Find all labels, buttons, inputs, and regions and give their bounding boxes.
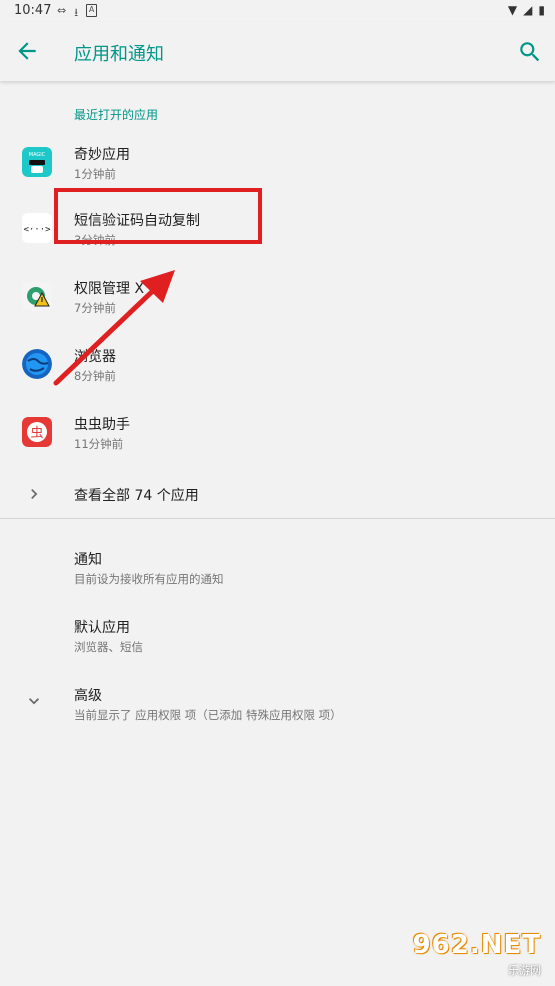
setting-title: 高级 — [74, 688, 102, 704]
status-bar: 10:47 ⇔ ⭳ A ▼ ◢ ▮ — [0, 0, 555, 22]
search-icon[interactable] — [517, 39, 543, 65]
status-left-icons: ⇔ ⭳ A — [57, 4, 98, 23]
signal-icon: ◢ — [523, 3, 533, 17]
svg-text:<···>: <···> — [23, 225, 51, 235]
watermark-logo: 962.NET 乐游网 — [413, 930, 549, 982]
recent-app-item[interactable]: 虫 虫虫助手 11分钟前 — [0, 404, 555, 470]
app-last-opened: 8分钟前 — [74, 369, 116, 383]
svg-text:MAGIC: MAGIC — [29, 152, 46, 158]
recent-app-item[interactable]: 浏览器 8分钟前 — [0, 336, 555, 402]
setting-title: 默认应用 — [74, 620, 130, 636]
app-bar: 应用和通知 — [0, 22, 555, 81]
code-brackets-icon: <···> — [22, 213, 52, 243]
app-last-opened: 7分钟前 — [74, 301, 116, 315]
divider — [0, 518, 555, 519]
link-icon: ⇔ — [57, 4, 67, 17]
recent-apps-header: 最近打开的应用 — [74, 108, 159, 122]
see-all-apps-button[interactable]: 查看全部 74 个应用 — [0, 474, 555, 514]
chevron-down-icon — [29, 698, 39, 705]
app-last-opened: 1分钟前 — [74, 167, 116, 181]
default-apps-setting[interactable]: 默认应用 浏览器、短信 — [0, 617, 555, 673]
see-all-apps-label: 查看全部 74 个应用 — [74, 488, 199, 504]
watermark-sub: 乐游网 — [508, 964, 541, 977]
setting-subtitle: 浏览器、短信 — [74, 640, 143, 654]
chongchong-icon: 虫 — [22, 417, 52, 447]
app-name: 权限管理 X — [74, 281, 145, 297]
download-icon: ⭳ — [74, 6, 79, 19]
app-name: 浏览器 — [74, 349, 116, 365]
advanced-setting[interactable]: 高级 当前显示了 应用权限 项（已添加 特殊应用权限 项） — [0, 685, 555, 741]
page-title: 应用和通知 — [74, 44, 164, 65]
a-box-icon: A — [86, 4, 98, 17]
magic-app-icon: MAGIC — [22, 147, 52, 177]
battery-icon: ▮ — [538, 3, 545, 17]
setting-title: 通知 — [74, 552, 102, 568]
status-right-icons: ▼ ◢ ▮ — [508, 3, 545, 17]
wifi-icon: ▼ — [507, 3, 518, 17]
svg-text:虫: 虫 — [30, 426, 43, 441]
notifications-setting[interactable]: 通知 目前设为接收所有应用的通知 — [0, 549, 555, 605]
status-time: 10:47 — [14, 3, 52, 18]
app-name: 奇妙应用 — [74, 147, 130, 163]
watermark-main: 962.NET — [412, 930, 541, 960]
app-last-opened: 11分钟前 — [74, 437, 124, 451]
recent-app-item[interactable]: 权限管理 X 7分钟前 — [0, 268, 555, 334]
highlight-box — [54, 188, 262, 244]
setting-subtitle: 目前设为接收所有应用的通知 — [74, 572, 224, 586]
chevron-right-icon — [31, 489, 38, 499]
globe-icon — [22, 349, 52, 379]
setting-subtitle: 当前显示了 应用权限 项（已添加 特殊应用权限 项） — [74, 708, 342, 722]
arrow-back-icon[interactable] — [14, 38, 40, 64]
app-name: 虫虫助手 — [74, 417, 130, 433]
gear-warning-icon — [22, 281, 52, 311]
